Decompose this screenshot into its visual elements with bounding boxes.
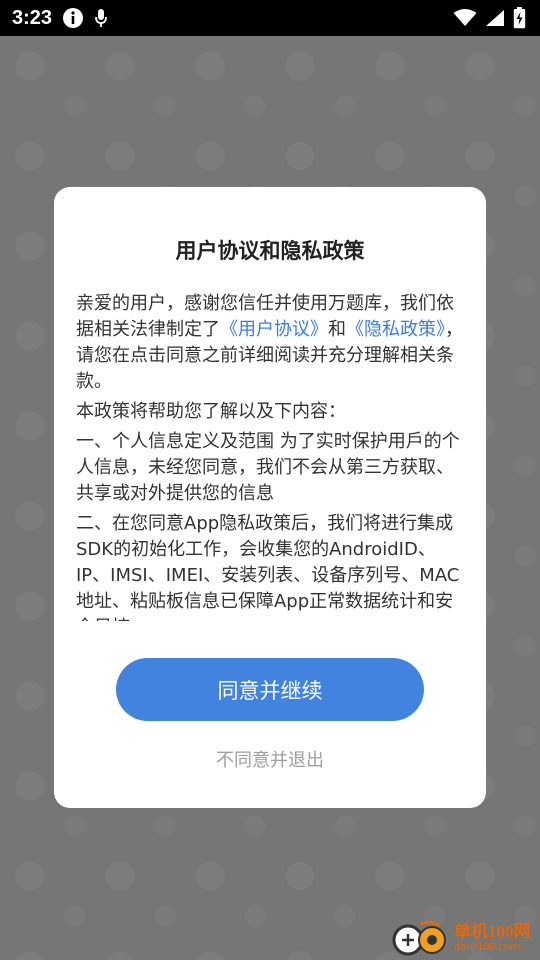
battery-charging-icon bbox=[513, 7, 526, 29]
intro-text-and: 和 bbox=[328, 319, 346, 340]
decline-exit-button[interactable]: 不同意并退出 bbox=[54, 746, 486, 772]
watermark-text: 单机100网 danji100.com bbox=[454, 921, 531, 954]
policy-summary-paragraph: 本政策将帮助您了解以及下内容： bbox=[76, 401, 346, 422]
user-agreement-link[interactable]: 《用户协议》 bbox=[220, 319, 328, 340]
info-icon bbox=[62, 7, 84, 29]
status-bar: 3:23 bbox=[0, 0, 540, 36]
section-one-paragraph: 一、个人信息定义及范围 为了实时保护用戶的个人信息，未经您同意，我们不会从第三方… bbox=[76, 431, 460, 504]
signal-icon bbox=[485, 9, 505, 27]
section-two-paragraph: 二、在您同意App隐私政策后，我们将进行集成SDK的初始化工作，会收集您的And… bbox=[76, 513, 460, 621]
status-time: 3:23 bbox=[12, 6, 53, 29]
status-right bbox=[453, 7, 526, 29]
watermark-logo-icon bbox=[390, 918, 448, 958]
wifi-icon bbox=[453, 9, 477, 27]
dialog-body[interactable]: 亲爱的用户，感谢您信任并使用万题库，我们依据相关法律制定了《用户协议》和《隐私政… bbox=[76, 291, 464, 621]
dialog-title: 用户协议和隐私政策 bbox=[175, 239, 365, 263]
privacy-policy-link[interactable]: 《隐私政策》 bbox=[346, 319, 445, 340]
watermark-name: 单机100网 bbox=[454, 921, 531, 941]
privacy-dialog: 用户协议和隐私政策 亲爱的用户，感谢您信任并使用万题库，我们依据相关法律制定了《… bbox=[54, 187, 486, 808]
status-left: 3:23 bbox=[12, 7, 108, 30]
microphone-icon bbox=[94, 8, 108, 28]
agree-continue-button[interactable]: 同意并继续 bbox=[116, 658, 424, 721]
watermark: 单机100网 danji100.com bbox=[390, 916, 540, 960]
watermark-url: danji100.com bbox=[454, 941, 520, 954]
intro-paragraph: 亲爱的用户，感谢您信任并使用万题库，我们依据相关法律制定了《用户协议》和《隐私政… bbox=[76, 291, 464, 395]
